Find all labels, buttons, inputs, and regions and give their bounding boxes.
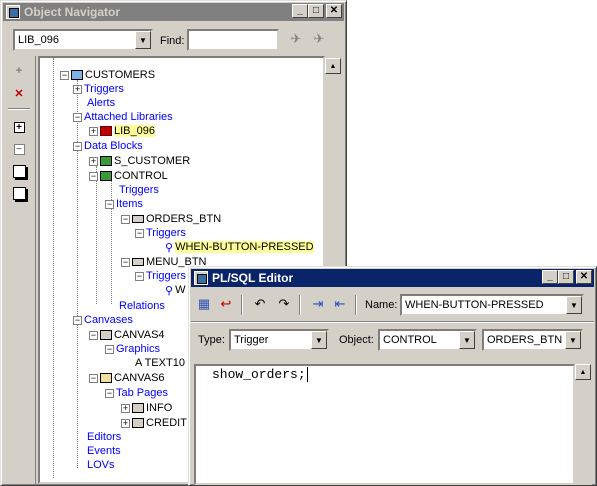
type-label: Type: (198, 334, 225, 346)
minimize-button[interactable]: _ (292, 4, 308, 18)
trigger-icon: ⚲ (165, 284, 174, 297)
tree-node[interactable]: + LIB_096 (89, 124, 155, 138)
tree-node[interactable]: − Triggers (135, 226, 186, 240)
tree-node[interactable]: − Canvases (73, 313, 133, 327)
tree-node[interactable]: + Triggers (73, 82, 124, 96)
compile-icon[interactable]: ▦ (193, 294, 215, 314)
collapse-icon[interactable]: − (10, 140, 28, 158)
tree-node[interactable]: − ORDERS_BTN (121, 212, 221, 226)
tree-node[interactable]: + CREDIT (121, 416, 187, 430)
tree-node[interactable]: − CONTROL (89, 169, 168, 183)
search-backward-icon[interactable]: ✈ (308, 29, 330, 49)
tree-root-line (53, 58, 54, 478)
item-select[interactable]: ORDERS_BTN ▼ (482, 329, 583, 351)
undo-icon[interactable]: ↶ (249, 294, 271, 314)
tree-node[interactable]: − CUSTOMERS (60, 68, 155, 82)
expand-icon[interactable]: + (10, 118, 28, 136)
close-button[interactable]: ✕ (326, 4, 342, 18)
trigger-icon: ⚲ (165, 241, 174, 254)
tree-node[interactable]: − Tab Pages (105, 386, 168, 400)
tree-node[interactable]: − Graphics (105, 342, 160, 356)
window-icon (194, 271, 208, 285)
tree-line (96, 166, 97, 304)
editor-titlebar[interactable]: PL/SQL Editor _ □ ✕ (191, 269, 594, 287)
library-select[interactable]: LIB_096 ▼ (13, 29, 153, 51)
tree-node[interactable]: − Attached Libraries (73, 110, 173, 124)
editor-title: PL/SQL Editor (212, 271, 294, 285)
name-label: Name: (365, 299, 398, 311)
type-select[interactable]: Trigger ▼ (229, 329, 329, 351)
tree-node[interactable]: − Data Blocks (73, 139, 143, 153)
tree-node[interactable]: ⚲ WHEN-BUTTON-PRESSED (165, 240, 314, 254)
button-item-icon (132, 215, 144, 223)
create-icon[interactable]: + (10, 62, 28, 80)
revert-icon[interactable]: ↩ (215, 294, 237, 314)
toolbar-divider (191, 321, 594, 323)
canvas-icon (100, 330, 112, 340)
block-icon (100, 171, 112, 181)
tab-page-icon (132, 418, 144, 428)
close-button[interactable]: ✕ (576, 270, 592, 284)
name-select-value: WHEN-BUTTON-PRESSED (405, 299, 544, 311)
navigator-titlebar[interactable]: Object Navigator _ □ ✕ (3, 3, 344, 21)
chevron-down-icon[interactable]: ▼ (566, 296, 582, 314)
tree-node[interactable]: A TEXT10 (135, 356, 185, 370)
chevron-down-icon[interactable]: ▼ (135, 31, 151, 49)
tree-node[interactable]: Alerts (87, 96, 115, 110)
toolbar-separator (299, 295, 301, 315)
find-label: Find: (160, 35, 185, 47)
code-editor[interactable]: show_orders; (194, 364, 575, 485)
tree-node[interactable]: Triggers (119, 183, 159, 197)
window-icon (6, 5, 20, 19)
editor-scrollbar[interactable]: ▲ (575, 364, 592, 485)
tree-node[interactable]: − CANVAS4 (89, 328, 165, 342)
tree-node[interactable]: Relations (119, 299, 165, 313)
button-item-icon (132, 258, 144, 266)
toolbar-separator (355, 295, 357, 315)
item-select-value: ORDERS_BTN (487, 334, 563, 346)
expand-all-icon[interactable] (10, 162, 28, 180)
code-text: show_orders; (212, 367, 306, 382)
chevron-down-icon[interactable]: ▼ (311, 331, 327, 349)
indent-icon[interactable]: ⇥ (307, 294, 329, 314)
delete-icon[interactable]: ✕ (10, 84, 28, 102)
minimize-button[interactable]: _ (542, 270, 558, 284)
maximize-button[interactable]: □ (558, 270, 574, 284)
tree-node[interactable]: + INFO (121, 401, 172, 415)
scroll-up-arrow[interactable]: ▲ (575, 364, 591, 380)
name-select[interactable]: WHEN-BUTTON-PRESSED ▼ (400, 294, 584, 316)
tree-node[interactable]: + S_CUSTOMER (89, 154, 190, 168)
scroll-up-arrow[interactable]: ▲ (325, 58, 341, 74)
tree-node[interactable]: Events (87, 444, 121, 458)
object-select-value: CONTROL (383, 334, 437, 346)
text-cursor (306, 367, 308, 382)
form-icon (71, 70, 83, 80)
toolbar-separator (241, 295, 243, 315)
search-forward-icon[interactable]: ✈ (285, 29, 307, 49)
library-icon (100, 126, 112, 136)
navigator-title: Object Navigator (24, 5, 121, 19)
tree-node[interactable]: − Triggers (135, 269, 186, 283)
tree-node[interactable]: − Items (105, 197, 143, 211)
chevron-down-icon[interactable]: ▼ (565, 331, 581, 349)
block-icon (100, 156, 112, 166)
navigator-toolbar: + ✕ + − (4, 56, 36, 484)
toolbar-divider (8, 108, 30, 110)
collapse-all-icon[interactable] (10, 184, 28, 202)
library-select-value: LIB_096 (18, 34, 59, 46)
tab-canvas-icon (100, 373, 112, 383)
tree-node[interactable]: LOVs (87, 458, 115, 472)
tab-page-icon (132, 403, 144, 413)
chevron-down-icon[interactable]: ▼ (459, 331, 475, 349)
maximize-button[interactable]: □ (308, 4, 324, 18)
outdent-icon[interactable]: ⇤ (329, 294, 351, 314)
object-select[interactable]: CONTROL ▼ (378, 329, 477, 351)
tree-node[interactable]: − CANVAS6 (89, 371, 165, 385)
object-label: Object: (339, 334, 374, 346)
redo-icon[interactable]: ↷ (273, 294, 295, 314)
type-select-value: Trigger (234, 334, 269, 346)
find-input[interactable] (187, 29, 279, 51)
tree-node[interactable]: ⚲ W (165, 283, 185, 297)
tree-node[interactable]: Editors (87, 430, 121, 444)
